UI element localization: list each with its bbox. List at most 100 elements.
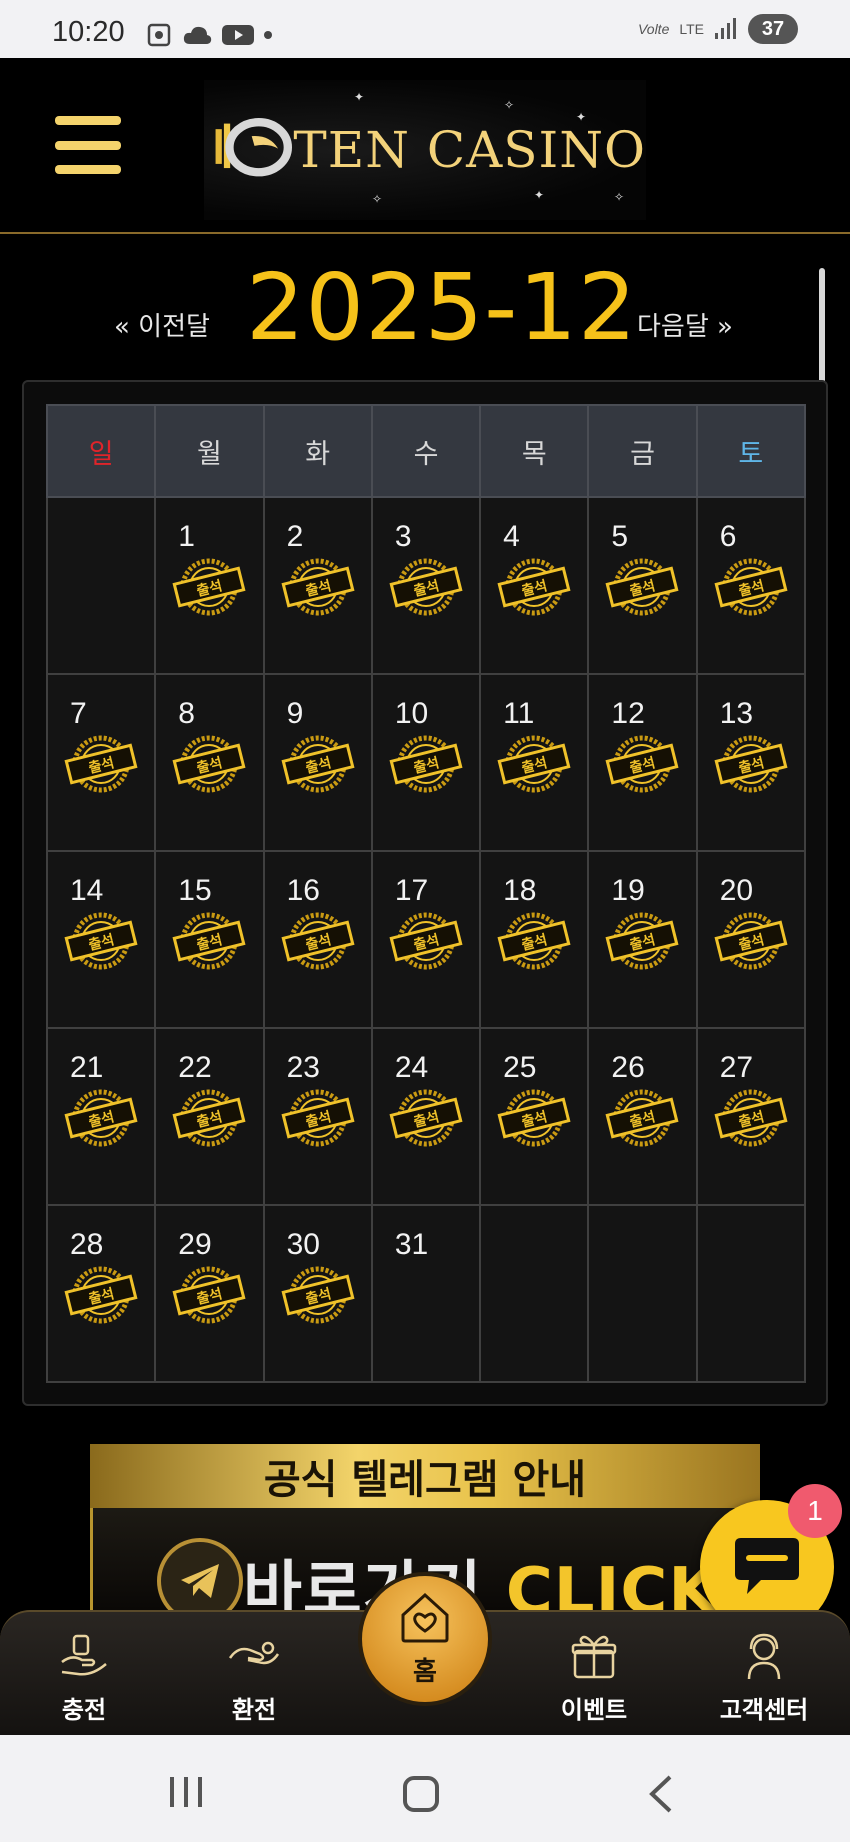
calendar-day-18[interactable]: 18 출석 xyxy=(479,850,590,1029)
calendar-day-22[interactable]: 22 출석 xyxy=(154,1027,265,1206)
attendance-stamp-icon: 출석 xyxy=(497,1089,571,1147)
nav-support[interactable]: 고객센터 xyxy=(704,1612,824,1737)
logo-mark-icon xyxy=(215,118,293,177)
calendar-day-7[interactable]: 7 출석 xyxy=(45,673,157,852)
calendar-day-23[interactable]: 23 출석 xyxy=(262,1027,373,1206)
calendar-day-20[interactable]: 20 출석 xyxy=(695,850,807,1029)
month-navigation: « 이전달 2025-12 다음달 » xyxy=(0,248,850,361)
calendar-day-19[interactable]: 19 출석 xyxy=(587,850,698,1029)
status-bar: 10:20 Volte LTE 37 xyxy=(0,0,850,58)
calendar-day-14[interactable]: 14 출석 xyxy=(45,850,157,1029)
calendar-week-row: 1 출석 2 출석 3 출석 4 출석 5 출석 6 출석 xyxy=(45,496,807,675)
day-number: 29 xyxy=(178,1228,212,1261)
attendance-stamp-icon: 출석 xyxy=(389,912,463,970)
day-number: 10 xyxy=(394,697,429,730)
attendance-stamp-icon: 출석 xyxy=(64,735,138,793)
calendar-day-4[interactable]: 4 출석 xyxy=(479,496,590,675)
nav-withdraw-label: 환전 xyxy=(231,1696,277,1724)
day-number: 24 xyxy=(394,1051,429,1084)
prev-month-link[interactable]: « 이전달 xyxy=(114,306,210,343)
attendance-stamp-icon: 출석 xyxy=(497,735,571,793)
back-icon[interactable] xyxy=(648,1775,674,1813)
calendar-day-25[interactable]: 25 출석 xyxy=(479,1027,590,1206)
attendance-stamp-icon: 출석 xyxy=(389,735,463,793)
next-month-link[interactable]: 다음달 » xyxy=(637,306,733,343)
attendance-stamp-icon: 출석 xyxy=(64,1266,138,1324)
calendar-day-1[interactable]: 1 출석 xyxy=(154,496,265,675)
calendar-day-28[interactable]: 28 출석 xyxy=(45,1204,157,1383)
day-number: 22 xyxy=(178,1051,212,1084)
calendar-day-15[interactable]: 15 출석 xyxy=(154,850,265,1029)
attendance-stamp-icon: 출석 xyxy=(605,558,679,616)
calendar-day-10[interactable]: 10 출석 xyxy=(370,673,482,852)
calendar-day-29[interactable]: 29 출석 xyxy=(154,1204,265,1383)
day-number: 27 xyxy=(719,1051,754,1084)
day-number: 7 xyxy=(70,697,87,730)
attendance-calendar: 일 월 화 수 목 금 토 1 출석 2 출석 3 출석 4 출석 5 출석 6… xyxy=(22,380,828,1406)
system-nav-bar xyxy=(0,1735,850,1842)
day-number: 15 xyxy=(178,874,212,907)
calendar-week-row: 28 출석 29 출석 30 출석 31 xyxy=(45,1204,807,1383)
calendar-day-17[interactable]: 17 출석 xyxy=(370,850,482,1029)
day-number: 17 xyxy=(394,874,429,907)
home-system-icon[interactable] xyxy=(402,1775,440,1813)
calendar-day-11[interactable]: 11 출석 xyxy=(479,673,590,852)
day-number: 11 xyxy=(503,697,535,730)
day-number: 26 xyxy=(611,1051,645,1084)
calendar-day-27[interactable]: 27 출석 xyxy=(695,1027,807,1206)
site-logo[interactable]: TEN CASINO ✦ ✧ ✦ ✧ ✦ ✧ xyxy=(204,80,646,220)
day-number: 23 xyxy=(286,1051,320,1084)
calendar-day-26[interactable]: 26 출석 xyxy=(587,1027,698,1206)
month-title: 2025-12 xyxy=(246,254,638,361)
calendar-week-row: 21 출석 22 출석 23 출석 24 출석 25 출석 26 출석 27 출… xyxy=(45,1027,807,1206)
calendar-day-8[interactable]: 8 출석 xyxy=(154,673,265,852)
support-agent-icon xyxy=(747,1633,781,1680)
calendar-day-empty xyxy=(45,496,157,675)
day-number: 30 xyxy=(286,1228,320,1261)
calendar-day-30[interactable]: 30 출석 xyxy=(262,1204,373,1383)
calendar-day-31[interactable]: 31 xyxy=(370,1204,482,1383)
calendar-day-3[interactable]: 3 출석 xyxy=(370,496,482,675)
calendar-day-empty xyxy=(479,1204,590,1383)
nav-event[interactable]: 이벤트 xyxy=(534,1612,654,1737)
attendance-stamp-icon: 출석 xyxy=(281,1089,355,1147)
recent-apps-icon[interactable] xyxy=(168,1775,204,1809)
site-header: TEN CASINO ✦ ✧ ✦ ✧ ✦ ✧ xyxy=(0,58,850,234)
day-number: 5 xyxy=(611,520,629,553)
volte-indicator: Volte xyxy=(637,21,670,37)
calendar-day-empty xyxy=(695,1204,807,1383)
logo-brand-text: TEN CASINO xyxy=(293,121,646,179)
day-number: 3 xyxy=(394,520,412,553)
telegram-icon xyxy=(157,1538,243,1614)
nav-home[interactable]: 홈 xyxy=(358,1566,492,1726)
day-number: 21 xyxy=(70,1051,104,1084)
calendar-day-5[interactable]: 5 출석 xyxy=(587,496,698,675)
signal-icon xyxy=(715,18,736,39)
calendar-day-13[interactable]: 13 출석 xyxy=(695,673,807,852)
dot-icon xyxy=(264,31,272,39)
calendar-day-16[interactable]: 16 출석 xyxy=(262,850,373,1029)
weekday-tue: 화 xyxy=(262,404,373,498)
day-number: 1 xyxy=(178,520,195,553)
attendance-stamp-icon: 출석 xyxy=(389,1089,463,1147)
calendar-day-21[interactable]: 21 출석 xyxy=(45,1027,157,1206)
banner-title: 공식 텔레그램 안내 xyxy=(90,1444,760,1508)
nav-deposit[interactable]: 충전 xyxy=(24,1612,144,1737)
attendance-stamp-icon: 출석 xyxy=(605,912,679,970)
attendance-stamp-icon: 출석 xyxy=(605,735,679,793)
calendar-day-12[interactable]: 12 출석 xyxy=(587,673,698,852)
day-number: 20 xyxy=(719,874,754,907)
calendar-day-24[interactable]: 24 출석 xyxy=(370,1027,482,1206)
nav-withdraw[interactable]: 환전 xyxy=(194,1612,314,1737)
weekday-header-row: 일 월 화 수 목 금 토 xyxy=(45,404,807,498)
calendar-day-2[interactable]: 2 출석 xyxy=(262,496,373,675)
hamburger-menu-button[interactable] xyxy=(55,116,121,174)
lte-indicator: LTE xyxy=(679,21,704,37)
calendar-day-empty xyxy=(587,1204,698,1383)
day-number: 4 xyxy=(503,520,520,553)
attendance-stamp-icon: 출석 xyxy=(497,912,571,970)
attendance-stamp-icon: 출석 xyxy=(281,912,355,970)
banner-cta-click: CLICK xyxy=(505,1555,719,1614)
calendar-day-6[interactable]: 6 출석 xyxy=(695,496,807,675)
calendar-day-9[interactable]: 9 출석 xyxy=(262,673,373,852)
